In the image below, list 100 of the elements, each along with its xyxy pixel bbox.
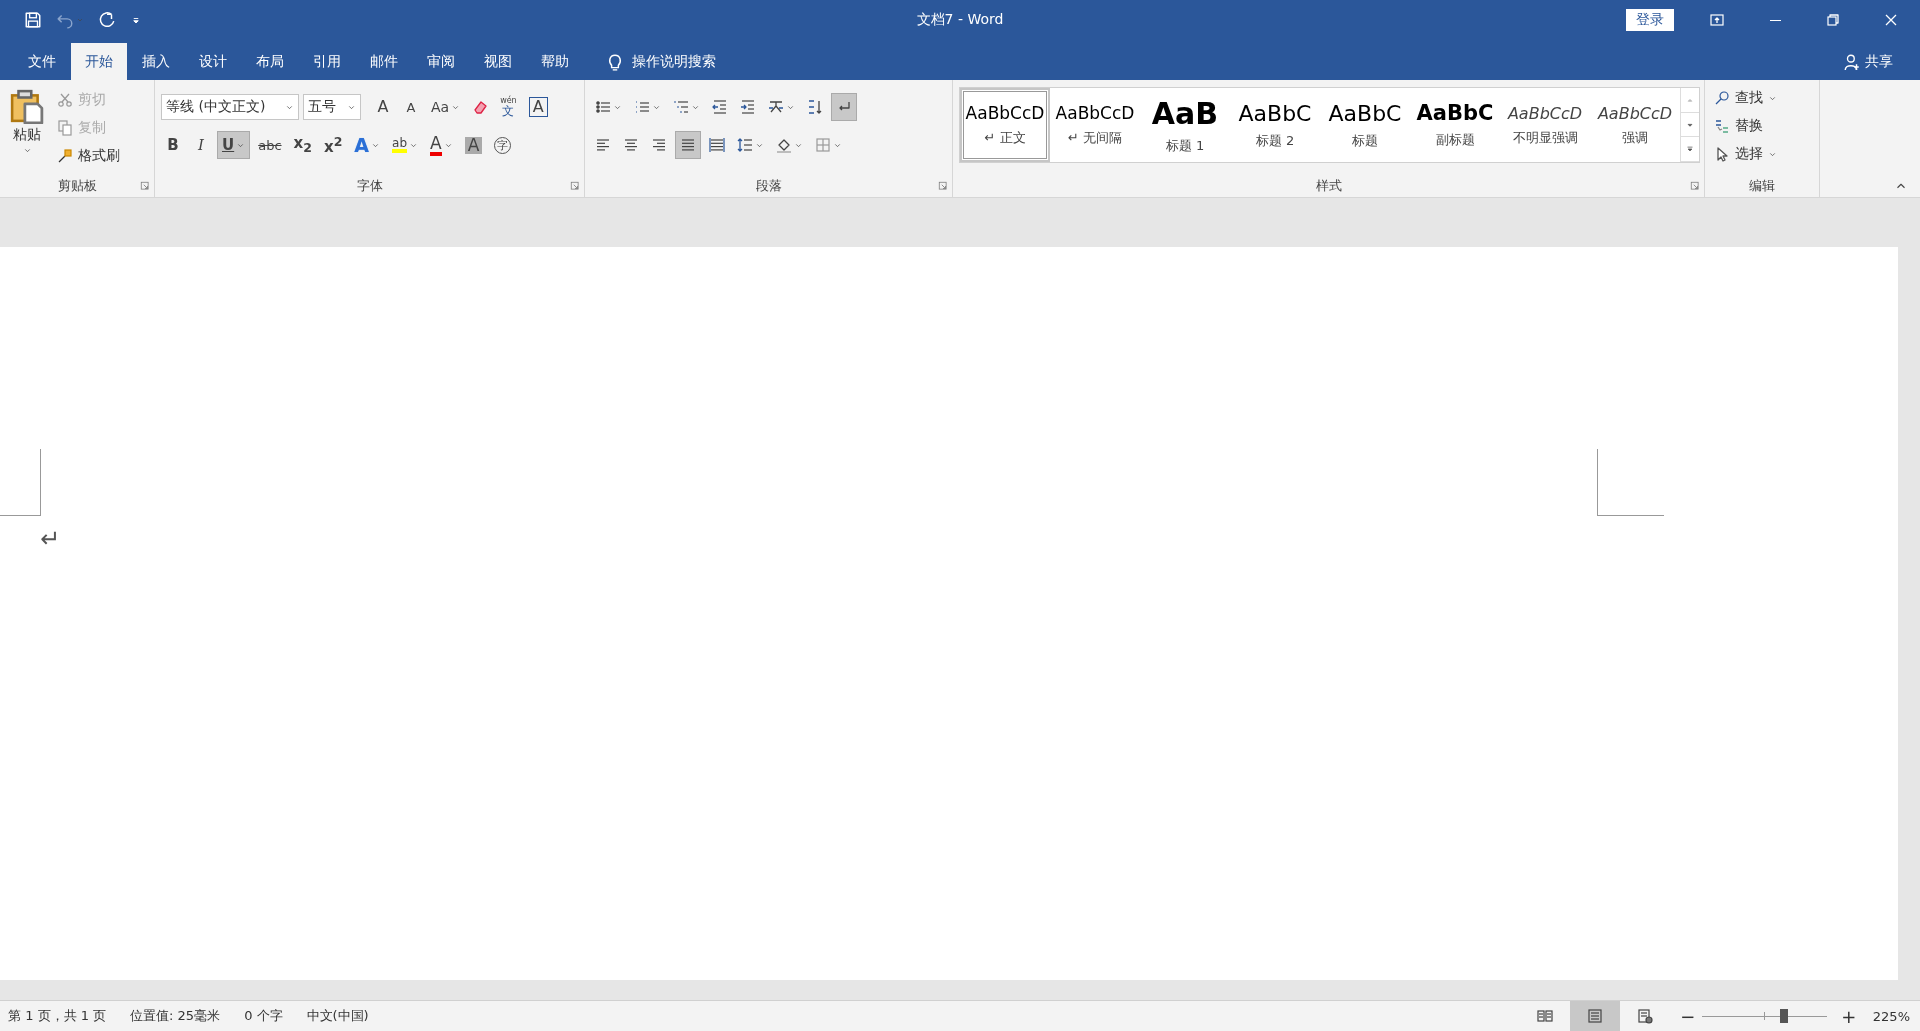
font-size-dropdown[interactable]: 五号 (303, 94, 361, 120)
group-label: 字体 (356, 177, 383, 195)
crop-mark (1597, 449, 1664, 516)
style-item[interactable]: AaBbC 标题 2 (1230, 88, 1320, 162)
paste-button[interactable]: 粘贴 (6, 84, 48, 175)
style-item[interactable]: AaBbCcD ↵ 无间隔 (1050, 88, 1140, 162)
underline-button[interactable]: U (217, 131, 251, 159)
save-icon (24, 11, 42, 29)
enclosed-character-button[interactable]: 字 (490, 131, 516, 159)
restore-icon (1825, 12, 1841, 28)
show-marks-button[interactable] (831, 93, 857, 121)
grow-font-button[interactable]: A (371, 93, 395, 121)
clipboard-icon (10, 88, 44, 124)
shrink-font-button[interactable]: A (399, 93, 423, 121)
print-layout-icon (1586, 1008, 1603, 1024)
style-item[interactable]: AaBbCcD 强调 (1590, 88, 1680, 162)
sort-icon (807, 99, 823, 115)
group-label: 段落 (755, 177, 782, 195)
ribbon-tab[interactable]: 视图 (470, 43, 526, 80)
group-label: 编辑 (1749, 177, 1775, 195)
distributed-icon (709, 137, 725, 153)
print-view-button[interactable] (1569, 1001, 1620, 1031)
style-item[interactable]: AaBbC 副标题 (1410, 88, 1500, 162)
font-color-button[interactable]: A (426, 131, 457, 159)
tell-me-search[interactable]: 操作说明搜索 (606, 43, 716, 80)
ribbon-tab[interactable]: 帮助 (527, 43, 583, 80)
text-effects-button[interactable]: A (350, 131, 385, 159)
align-left-icon (595, 137, 611, 153)
style-item[interactable]: AaBbC 标题 (1320, 88, 1410, 162)
cut-icon (57, 92, 73, 108)
ribbon-tab[interactable]: 开始 (71, 43, 127, 80)
ribbon-tab[interactable]: 布局 (242, 43, 298, 80)
style-item[interactable]: AaB 标题 1 (1140, 88, 1230, 162)
dialog-launcher-button[interactable] (570, 181, 580, 191)
style-item[interactable]: AaBbCcD ↵ 正文 (960, 88, 1050, 162)
window-title: 文档7 - Word (916, 11, 1004, 29)
justify-icon (680, 137, 696, 153)
zoom-in-button[interactable]: + (1838, 1005, 1859, 1027)
lightbulb-icon (606, 52, 624, 71)
ribbon-tab[interactable]: 插入 (128, 43, 184, 80)
ribbon-options-icon (1709, 12, 1725, 28)
close-icon (1883, 12, 1899, 28)
increase-indent-icon (740, 99, 756, 115)
save-button[interactable] (24, 11, 42, 29)
redo-button[interactable] (98, 11, 116, 29)
font-name-dropdown[interactable]: 等线 (中文正文) (161, 94, 299, 120)
launcher-icon (938, 181, 948, 191)
group-label: 剪贴板 (57, 177, 97, 195)
superscript-button[interactable]: x$^{2}$ (319, 131, 347, 159)
italic-button[interactable]: I (189, 131, 213, 159)
multilevel-list-icon (673, 99, 689, 115)
numbering-icon (634, 99, 650, 115)
bullets-icon (595, 99, 611, 115)
zoom-percentage: 225% (1872, 1008, 1910, 1024)
find-button[interactable]: 查找 (1711, 86, 1813, 110)
share-button[interactable]: 共享 (1843, 43, 1893, 80)
zoom-slider-thumb[interactable] (1780, 1009, 1789, 1023)
dialog-launcher-button[interactable] (140, 181, 150, 191)
launcher-icon (570, 181, 580, 191)
launcher-icon (1690, 181, 1700, 191)
dialog-launcher-button[interactable] (1690, 181, 1700, 191)
format-painter-button[interactable]: 格式刷 (54, 144, 123, 168)
paragraph-mark: ↵ (40, 527, 61, 551)
style-item[interactable]: AaBbCcD 不明显强调 (1500, 88, 1590, 162)
ribbon-tab[interactable]: 审阅 (413, 43, 469, 80)
justify-button[interactable] (675, 131, 701, 159)
select-button[interactable]: 选择 (1711, 142, 1813, 166)
change-case-button[interactable]: Aa (427, 93, 465, 121)
zoom-out-button[interactable]: − (1677, 1005, 1698, 1027)
ribbon-tab[interactable]: 引用 (299, 43, 355, 80)
asian-layout-icon (768, 99, 784, 115)
status-text: 中文(中国) (306, 1007, 369, 1025)
replace-icon (1714, 118, 1730, 134)
read-layout-icon (1536, 1008, 1553, 1024)
web-layout-icon (1636, 1008, 1653, 1024)
phonetic-guide-button[interactable]: wén 文 (496, 93, 521, 121)
person-add-icon (1843, 52, 1861, 71)
dialog-launcher-button[interactable] (938, 181, 948, 191)
caret-icon (22, 146, 32, 155)
group-label: 样式 (1315, 177, 1342, 195)
highlight-button[interactable]: ab (388, 131, 423, 159)
ribbon-tab[interactable]: 邮件 (356, 43, 412, 80)
ribbon-tab[interactable]: 设计 (185, 43, 241, 80)
replace-button[interactable]: 替换 (1711, 114, 1813, 138)
launcher-icon (140, 181, 150, 191)
find-icon (1714, 90, 1730, 106)
shading-icon (776, 137, 792, 153)
minimize-icon (1769, 19, 1781, 21)
login-button[interactable]: 登录 (1626, 9, 1674, 31)
subscript-button[interactable]: x$_{2}$ (289, 131, 316, 159)
character-shading-button[interactable]: A (460, 131, 487, 159)
strikethrough-button[interactable]: abc (254, 131, 286, 159)
status-text: 第 1 页，共 1 页 (8, 1007, 107, 1025)
format-painter-icon (57, 148, 73, 164)
zoom-slider[interactable] (1701, 1008, 1827, 1024)
redo-icon (98, 11, 116, 29)
bold-button[interactable]: B (161, 131, 185, 159)
align-right-icon (651, 137, 667, 153)
ribbon-tab[interactable]: 文件 (14, 43, 70, 80)
status-text: 0 个字 (244, 1007, 283, 1025)
